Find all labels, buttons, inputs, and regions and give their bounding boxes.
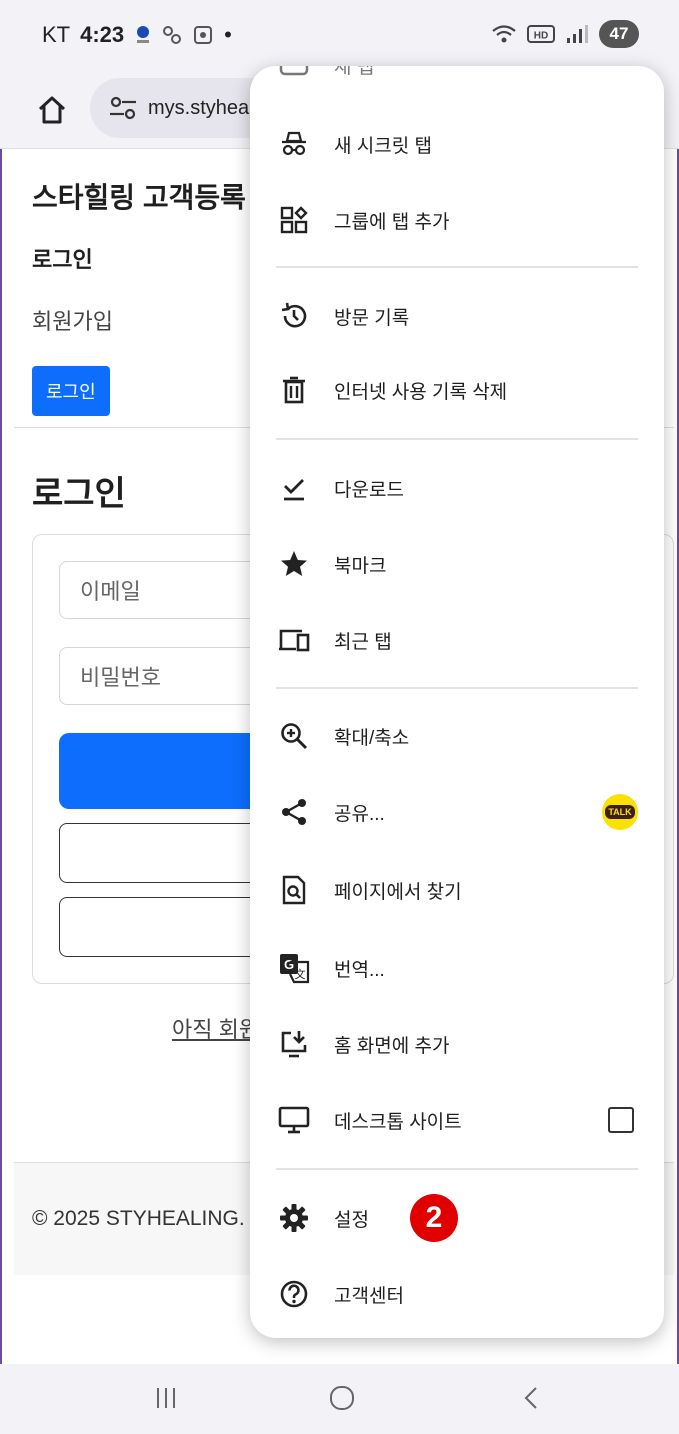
new-tab-icon [279, 66, 309, 76]
menu-item-label: 고객센터 [334, 1285, 404, 1307]
menu-item-downloads[interactable]: 다운로드 [250, 458, 664, 518]
frame-border-left [0, 0, 2, 1434]
signup-link[interactable]: 아직 회원 [172, 1012, 259, 1044]
menu-item-bookmarks[interactable]: 북마크 [250, 534, 664, 594]
status-right: HD 47 [491, 20, 639, 48]
menu-item-label: 설정 [334, 1209, 369, 1231]
menu-item-label: 홈 화면에 추가 [334, 1035, 450, 1057]
menu-item-label: 최근 탭 [334, 631, 392, 653]
battery-indicator: 47 [599, 20, 639, 48]
help-icon [278, 1278, 310, 1310]
menu-item-label: 다운로드 [334, 479, 404, 501]
signal-icon [567, 25, 588, 43]
menu-item-label: 페이지에서 찾기 [334, 881, 462, 903]
home-nav-button[interactable] [322, 1378, 362, 1418]
nav-signup-link[interactable]: 회원가입 [32, 304, 113, 336]
download-check-icon [278, 472, 310, 504]
hd-icon: HD [527, 25, 555, 43]
nav-login-button[interactable]: 로그인 [32, 366, 110, 416]
menu-divider [276, 687, 638, 689]
nav-login-link[interactable]: 로그인 [32, 242, 93, 274]
back-button[interactable] [512, 1378, 552, 1418]
home-circle-icon [330, 1386, 354, 1410]
home-icon [38, 96, 66, 124]
screenshot-icon [194, 26, 213, 44]
carrier-label: KT [42, 22, 71, 47]
status-left: KT 4:23 • [42, 22, 232, 48]
menu-item-label: 새 시크릿 탭 [334, 135, 432, 157]
menu-item-translate[interactable]: G文 번역... [250, 938, 664, 998]
svg-text:HD: HD [534, 31, 548, 42]
menu-item-history[interactable]: 방문 기록 [250, 286, 664, 346]
new-tab-label: 새 탭 [334, 66, 375, 78]
gear-icon [278, 1202, 310, 1234]
system-navigation-bar [0, 1364, 679, 1434]
history-icon [278, 300, 310, 332]
menu-item-find-in-page[interactable]: 페이지에서 찾기 [250, 860, 664, 920]
site-title: 스타힐링 고객등록 [32, 182, 246, 213]
kakaotalk-share-icon[interactable]: TALK [602, 794, 638, 830]
menu-item-settings[interactable]: 설정 2 [250, 1188, 664, 1248]
footer-copyright: © 2025 STYHEALING. [32, 1207, 245, 1230]
menu-divider [276, 266, 638, 268]
add-to-home-icon [278, 1028, 310, 1060]
svg-text:G: G [284, 957, 294, 972]
recent-apps-icon [157, 1388, 175, 1408]
url-text: mys.styhea [148, 96, 250, 119]
svg-text:文: 文 [295, 967, 306, 981]
site-settings-icon[interactable] [108, 96, 138, 120]
desktop-icon [278, 1104, 310, 1136]
menu-item-add-to-home[interactable]: 홈 화면에 추가 [250, 1014, 664, 1074]
menu-item-incognito[interactable]: 새 시크릿 탭 [250, 114, 664, 174]
menu-item-label: 북마크 [334, 555, 387, 577]
menu-divider [276, 1168, 638, 1170]
app-notification-icon [163, 26, 182, 44]
back-icon [524, 1387, 537, 1409]
desktop-site-checkbox[interactable] [608, 1107, 634, 1133]
browser-overflow-menu: 새 탭 새 시크릿 탭 그룹에 탭 추가 방문 기록 인터넷 사용 기록 삭제 [250, 66, 664, 1338]
clock: 4:23 [80, 22, 125, 47]
menu-item-desktop-site[interactable]: 데스크톱 사이트 [250, 1090, 664, 1150]
find-in-page-icon [278, 874, 310, 906]
menu-item-zoom[interactable]: 확대/축소 [250, 706, 664, 766]
step-number-badge: 2 [410, 1194, 458, 1242]
translate-icon: G文 [278, 952, 310, 984]
menu-item-label: 데스크톱 사이트 [334, 1111, 462, 1133]
share-icon [278, 796, 310, 828]
tab-group-icon [278, 204, 310, 236]
menu-item-label: 번역... [334, 959, 385, 981]
trash-icon [278, 374, 310, 406]
more-notifications-dot: • [224, 22, 232, 47]
notification-icon [137, 26, 150, 43]
kakaotalk-label: TALK [605, 805, 635, 819]
devices-icon [278, 624, 310, 656]
menu-item-label: 공유... [334, 803, 385, 825]
star-icon [278, 548, 310, 580]
menu-item-label: 인터넷 사용 기록 삭제 [334, 381, 508, 403]
menu-item-help[interactable]: 고객센터 [250, 1264, 664, 1324]
menu-item-label: 확대/축소 [334, 727, 410, 749]
menu-item-new-tab-partial[interactable]: 새 탭 [334, 66, 374, 79]
home-button[interactable] [28, 86, 76, 134]
menu-item-label: 그룹에 탭 추가 [334, 211, 450, 233]
zoom-in-icon [278, 720, 310, 752]
menu-item-add-to-group[interactable]: 그룹에 탭 추가 [250, 190, 664, 250]
menu-item-share[interactable]: 공유... TALK [250, 782, 664, 842]
menu-divider [276, 438, 638, 440]
menu-item-recent-tabs[interactable]: 최근 탭 [250, 610, 664, 670]
menu-item-label: 방문 기록 [334, 307, 410, 329]
login-heading: 로그인 [32, 475, 126, 513]
wifi-icon [492, 25, 516, 43]
status-bar: KT 4:23 • HD 47 [0, 0, 679, 72]
menu-item-clear-data[interactable]: 인터넷 사용 기록 삭제 [250, 360, 664, 420]
recent-apps-button[interactable] [146, 1378, 186, 1418]
incognito-icon [278, 128, 310, 160]
